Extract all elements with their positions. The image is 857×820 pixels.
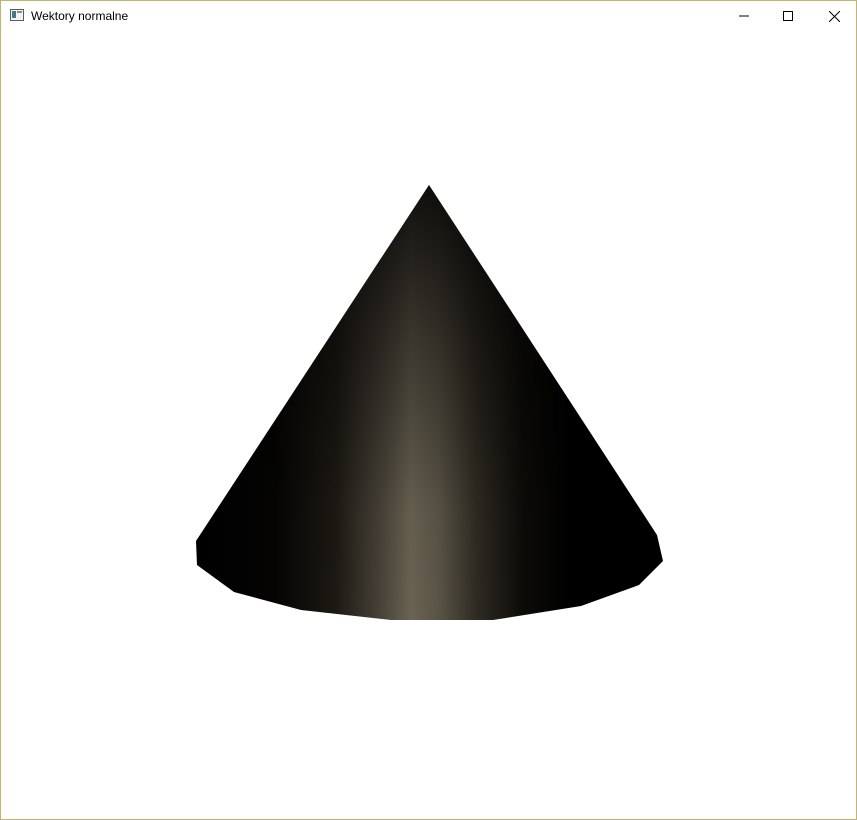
minimize-button[interactable] (721, 1, 767, 31)
render-viewport[interactable] (1, 31, 856, 819)
cone-top-shadow (196, 185, 663, 620)
close-icon (828, 10, 840, 22)
title-bar[interactable]: Wektory normalne (1, 1, 856, 31)
close-button[interactable] (811, 1, 857, 31)
app-window-icon (10, 9, 24, 21)
minimize-icon (739, 15, 749, 17)
maximize-icon (783, 11, 793, 21)
maximize-button[interactable] (765, 1, 811, 31)
cone-render (196, 185, 663, 620)
app-window: Wektory normalne (0, 0, 857, 820)
window-title: Wektory normalne (31, 9, 129, 23)
